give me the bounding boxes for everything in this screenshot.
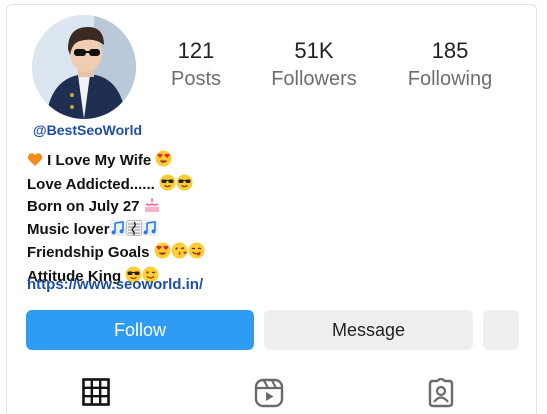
bio-line: Friendship Goals <box>27 242 205 266</box>
music-notes-icon <box>109 219 126 243</box>
bio-line: I Love My Wife <box>27 150 205 174</box>
followers-label: Followers <box>271 68 357 90</box>
musical-score-icon <box>125 219 142 243</box>
bio-line: Love Addicted...... <box>27 174 205 198</box>
reels-tab[interactable] <box>254 378 284 413</box>
kissing-heart-icon <box>171 242 188 266</box>
posts-count: 121 <box>177 38 215 63</box>
bio: I Love My Wife Love Addicted...... Born … <box>27 150 205 289</box>
profile-handle: @BestSeoWorld <box>33 122 143 138</box>
yum-icon <box>188 242 205 266</box>
followers-count: 51K <box>294 38 334 63</box>
music-notes-icon <box>141 219 158 243</box>
bio-line: Music lover <box>27 219 205 243</box>
heart-eyes-icon <box>155 150 172 174</box>
posts-label: Posts <box>170 68 222 90</box>
heart-eyes-icon <box>154 242 171 266</box>
reels-icon <box>254 378 284 408</box>
birthday-cake-icon <box>144 197 160 220</box>
followers-stat[interactable]: 51K Followers <box>266 38 362 94</box>
following-stat[interactable]: 185 Following <box>403 38 497 94</box>
following-label: Following <box>407 68 493 90</box>
following-count: 185 <box>431 38 469 63</box>
profile-link[interactable]: https://www.seoworld.in/ <box>27 276 203 293</box>
posts-stat[interactable]: 121 Posts <box>166 38 226 94</box>
follow-button[interactable]: Follow <box>26 310 254 350</box>
grid-tab[interactable] <box>82 378 110 411</box>
sunglasses-icon <box>176 174 193 198</box>
bio-line: Born on July 27 <box>27 197 205 220</box>
avatar-image <box>32 15 136 119</box>
more-options-button[interactable] <box>483 310 519 350</box>
message-button[interactable]: Message <box>264 310 473 350</box>
orange-heart-icon <box>27 152 43 174</box>
sunglasses-icon <box>159 174 176 198</box>
tagged-icon <box>428 377 454 408</box>
grid-icon <box>82 378 110 406</box>
tagged-tab[interactable] <box>426 377 456 413</box>
avatar[interactable] <box>32 15 136 119</box>
